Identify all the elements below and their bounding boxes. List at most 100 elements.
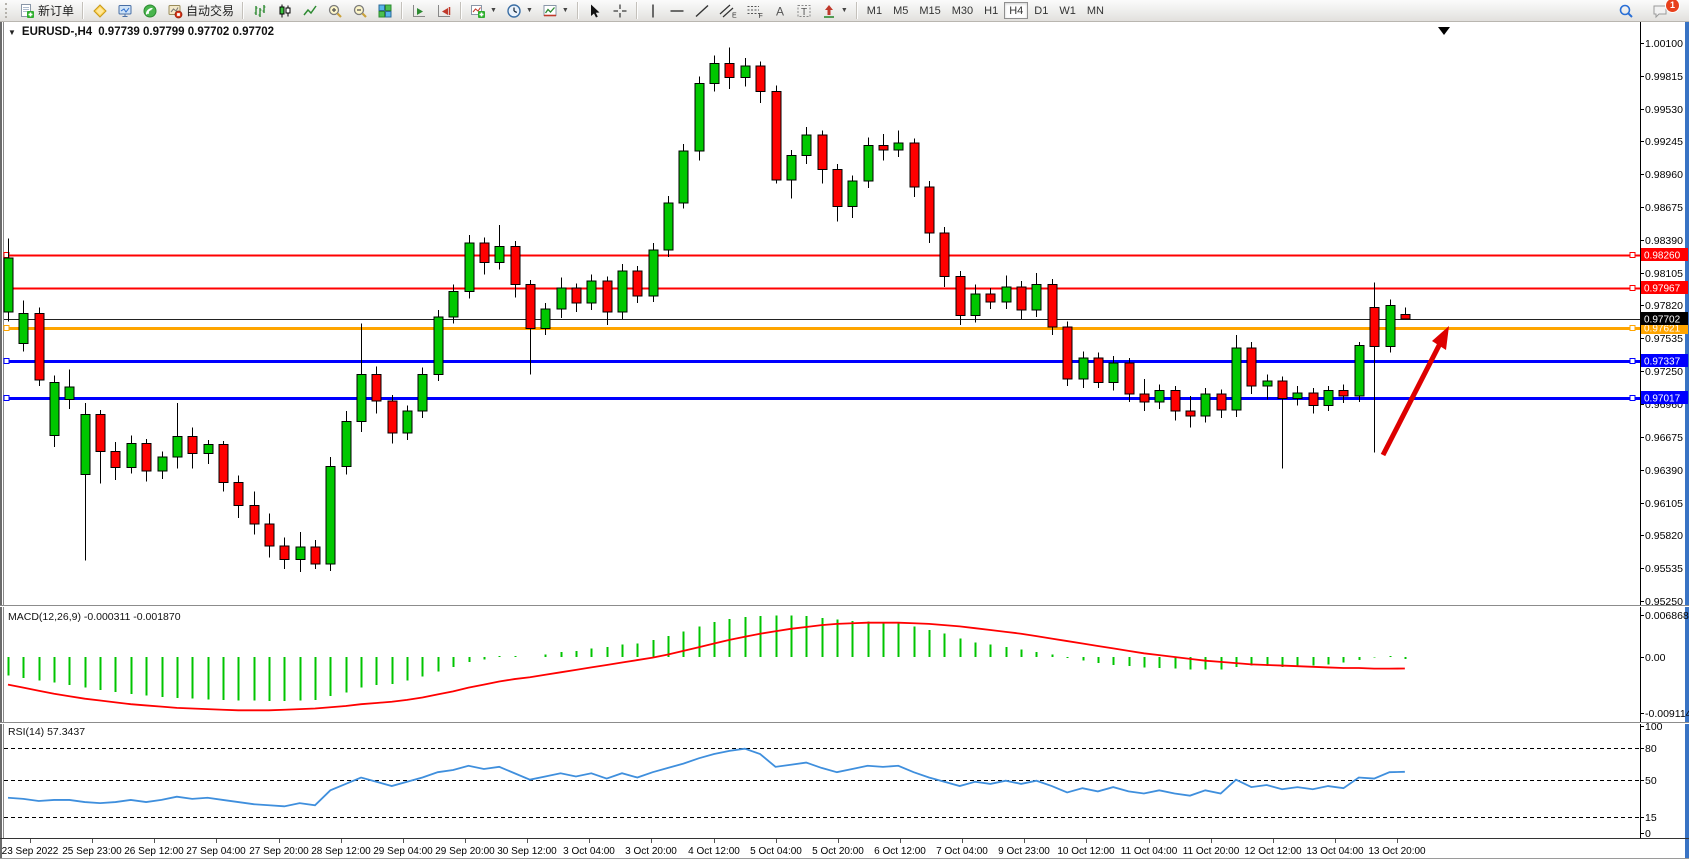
- timeframe-m15-button[interactable]: M15: [914, 2, 945, 19]
- chevron-down-icon: ▼: [841, 7, 848, 14]
- svg-text:11 Oct 04:00: 11 Oct 04:00: [1121, 846, 1178, 857]
- svg-text:A: A: [776, 4, 784, 18]
- crosshair-button[interactable]: [608, 1, 632, 20]
- timeframe-d1-button[interactable]: D1: [1029, 2, 1053, 19]
- chevron-down-icon: ▼: [490, 7, 497, 14]
- bar-chart-icon: [252, 3, 268, 19]
- arrow-objects-button[interactable]: ▼: [817, 1, 852, 20]
- periods-button[interactable]: ▼: [502, 1, 537, 20]
- signals-button[interactable]: [138, 1, 162, 20]
- line-chart-button[interactable]: [298, 1, 322, 20]
- toolbar-separator: [242, 2, 244, 19]
- svg-text:0.95250: 0.95250: [1645, 596, 1683, 608]
- chart-shift-button[interactable]: [432, 1, 456, 20]
- svg-text:0.00: 0.00: [1645, 652, 1666, 664]
- svg-text:4 Oct 12:00: 4 Oct 12:00: [688, 846, 740, 857]
- timeframe-m1-button[interactable]: M1: [862, 2, 887, 19]
- market-watch-button[interactable]: [88, 1, 112, 20]
- vertical-line-button[interactable]: [642, 1, 664, 20]
- svg-text:25 Sep 23:00: 25 Sep 23:00: [62, 846, 122, 857]
- svg-text:7 Oct 04:00: 7 Oct 04:00: [936, 846, 988, 857]
- search-button[interactable]: [1614, 1, 1638, 20]
- text-label-button[interactable]: T: [792, 1, 816, 20]
- chevron-down-icon: ▼: [562, 7, 569, 14]
- zoom-in-button[interactable]: [323, 1, 347, 20]
- svg-text:0.99245: 0.99245: [1645, 136, 1683, 148]
- new-order-button[interactable]: 新订单: [15, 1, 78, 20]
- svg-text:27 Sep 20:00: 27 Sep 20:00: [249, 846, 309, 857]
- equidistant-channel-button[interactable]: E: [715, 1, 741, 20]
- timeframe-h1-button[interactable]: H1: [979, 2, 1003, 19]
- svg-text:0.98675: 0.98675: [1645, 202, 1683, 214]
- indicators-icon: [470, 3, 486, 19]
- zoom-out-button[interactable]: [348, 1, 372, 20]
- autotrading-button[interactable]: 自动交易: [163, 1, 238, 20]
- chart-ohlc-quotes: 0.97739 0.97799 0.97702 0.97702: [98, 26, 274, 38]
- notification-badge: 1: [1665, 0, 1680, 13]
- svg-text:29 Sep 20:00: 29 Sep 20:00: [435, 846, 495, 857]
- chart-shift-marker[interactable]: [1438, 27, 1450, 35]
- templates-button[interactable]: ▼: [538, 1, 573, 20]
- macd-histogram: [9, 615, 1406, 701]
- macd-axis[interactable]: 0.0068680.00-0.009114: [1640, 610, 1689, 720]
- svg-text:5 Oct 04:00: 5 Oct 04:00: [750, 846, 802, 857]
- new-order-label: 新订单: [38, 2, 74, 19]
- svg-text:T: T: [801, 7, 807, 18]
- terminal-button[interactable]: [113, 1, 137, 20]
- svg-text:0.99530: 0.99530: [1645, 104, 1683, 116]
- svg-text:0.96675: 0.96675: [1645, 432, 1683, 444]
- svg-text:10 Oct 12:00: 10 Oct 12:00: [1057, 846, 1115, 857]
- chart-shift-icon: [436, 3, 452, 19]
- text-button[interactable]: A: [769, 1, 791, 20]
- notifications-button[interactable]: 1: [1648, 1, 1673, 20]
- signals-icon: [142, 3, 158, 19]
- indicators-button[interactable]: ▼: [466, 1, 501, 20]
- svg-text:1.00100: 1.00100: [1645, 38, 1683, 50]
- toolbar-separator: [577, 2, 579, 19]
- svg-text:0.99815: 0.99815: [1645, 71, 1683, 83]
- chart-frame: [0, 22, 1689, 859]
- zoom-in-icon: [327, 3, 343, 19]
- chart-title: ▼ EURUSD-,H4 0.97739 0.97799 0.97702 0.9…: [8, 26, 274, 38]
- svg-text:E: E: [732, 12, 737, 19]
- toolbar-grip[interactable]: [5, 3, 11, 18]
- tile-windows-icon: [377, 3, 393, 19]
- timeframe-m30-button[interactable]: M30: [947, 2, 978, 19]
- rsi-guide-lines: [4, 749, 1640, 818]
- fibonacci-button[interactable]: F: [742, 1, 768, 20]
- svg-text:0.97820: 0.97820: [1645, 300, 1683, 312]
- svg-text:0.98260: 0.98260: [1644, 251, 1681, 262]
- arrow-objects-icon: [821, 3, 837, 19]
- date-axis[interactable]: 23 Sep 202225 Sep 23:0026 Sep 12:0027 Se…: [2, 839, 1426, 857]
- svg-text:50: 50: [1645, 775, 1657, 787]
- candlesticks[interactable]: [4, 48, 1410, 573]
- trendline-button[interactable]: [690, 1, 714, 20]
- svg-text:0.98960: 0.98960: [1645, 169, 1683, 181]
- cursor-icon: [587, 3, 603, 19]
- rsi-axis[interactable]: 1008050150: [1640, 721, 1663, 840]
- bar-chart-button[interactable]: [248, 1, 272, 20]
- svg-text:0.97337: 0.97337: [1644, 357, 1681, 368]
- autotrading-label: 自动交易: [186, 2, 234, 19]
- horizontal-line-button[interactable]: [665, 1, 689, 20]
- timeframe-h4-button[interactable]: H4: [1004, 2, 1028, 19]
- svg-text:26 Sep 12:00: 26 Sep 12:00: [124, 846, 184, 857]
- timeframe-mn-button[interactable]: MN: [1082, 2, 1109, 19]
- terminal-icon: [117, 3, 133, 19]
- timeframe-m5-button[interactable]: M5: [888, 2, 913, 19]
- chart-window: ▼ EURUSD-,H4 0.97739 0.97799 0.97702 0.9…: [0, 22, 1689, 859]
- tile-windows-button[interactable]: [373, 1, 397, 20]
- cursor-button[interactable]: [583, 1, 607, 20]
- svg-text:0.95820: 0.95820: [1645, 530, 1683, 542]
- equidistant-channel-icon: E: [719, 3, 737, 19]
- text-icon: A: [773, 3, 787, 19]
- chart-canvas[interactable]: 1.00100 0.99815 0.99530 0.99245 0.98960 0.986…: [0, 22, 1689, 859]
- auto-scroll-button[interactable]: [407, 1, 431, 20]
- periods-icon: [506, 3, 522, 19]
- candlestick-chart-button[interactable]: [273, 1, 297, 20]
- new-order-icon: [19, 3, 35, 19]
- svg-text:3 Oct 20:00: 3 Oct 20:00: [625, 846, 677, 857]
- timeframe-w1-button[interactable]: W1: [1054, 2, 1081, 19]
- collapse-triangle-icon[interactable]: ▼: [8, 28, 16, 37]
- svg-text:9 Oct 23:00: 9 Oct 23:00: [998, 846, 1050, 857]
